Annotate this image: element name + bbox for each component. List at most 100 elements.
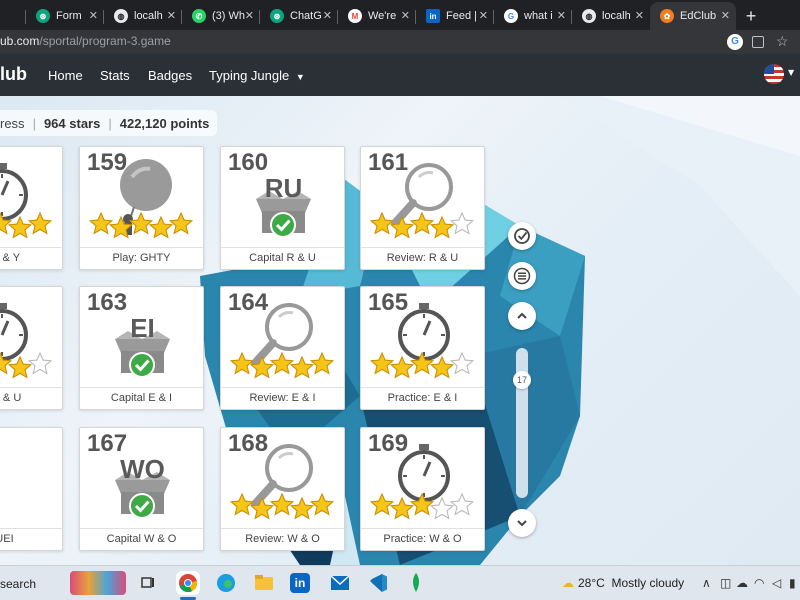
vscode-icon[interactable] [366,571,390,595]
onedrive-icon[interactable]: ☁ [736,576,748,590]
volume-icon[interactable]: ◁ [772,576,781,590]
scroll-level-thumb[interactable]: 17 [513,371,531,389]
browser-tab-7[interactable]: G what i ✕ [494,2,572,30]
taskbar-search[interactable]: search [0,577,36,591]
nav-typing-jungle[interactable]: Typing Jungle ▼ [209,68,305,83]
lesson-card[interactable]: 165 Practice: E & I [360,286,485,410]
browser-tab-5[interactable]: M We're ✕ [338,2,416,30]
us-flag-icon[interactable] [764,64,784,84]
lesson-letters: RU [264,173,303,203]
site-logo[interactable]: lub [0,64,27,85]
lesson-label: Review: R & U [361,247,484,269]
star-icon [27,351,53,377]
chevron-up-icon [517,312,527,319]
lesson-number: 159 [87,149,128,176]
lesson-card[interactable]: 161 Review: R & U [360,146,485,270]
wifi-icon[interactable]: ◠ [754,576,764,590]
lesson-label: Practice: E & I [361,387,484,409]
new-tab-button[interactable]: + [736,2,766,30]
close-tab-icon[interactable]: ✕ [635,9,644,22]
lesson-label: Review: E & I [221,387,344,409]
close-tab-icon[interactable]: ✕ [245,9,254,22]
star-rating [229,492,344,520]
google-lens-icon[interactable]: G [727,34,743,50]
nav-stats[interactable]: Stats [100,68,130,83]
lesson-card[interactable]: 159 Play: GHTY [79,146,204,270]
close-tab-icon[interactable]: ✕ [721,9,730,22]
lesson-card[interactable]: 168 Review: W & O [220,427,345,551]
weather-widget[interactable]: ☁ 28°C Mostly cloudy [562,576,684,590]
cloud-sun-icon: ☁ [562,576,574,590]
lesson-letters: EI [130,313,155,343]
search-highlight-icon[interactable] [70,571,126,595]
close-tab-icon[interactable]: ✕ [167,9,176,22]
browser-tab-2[interactable]: ◍ localh ✕ [104,2,182,30]
close-tab-icon[interactable]: ✕ [89,9,98,22]
nav-badges[interactable]: Badges [148,68,192,83]
battery-icon[interactable]: ▮ [789,576,796,590]
scroll-down-button[interactable] [508,509,536,537]
close-tab-icon[interactable]: ✕ [401,9,410,22]
scroll-up-button[interactable] [508,302,536,330]
close-tab-icon[interactable]: ✕ [323,9,332,22]
chatgpt-icon: ⊛ [270,9,284,23]
lesson-label: Capital W & O [80,528,203,550]
points-count: 422,120 points [119,115,210,131]
share-icon[interactable] [752,36,764,48]
program-map: ress | 964 stars | 422,120 points e: T &… [0,96,800,565]
lesson-card[interactable]: e: R & U [0,286,63,410]
file-explorer-icon[interactable] [252,571,276,595]
nav-home[interactable]: Home [48,68,83,83]
lesson-number: 160 [228,149,269,176]
mongodb-icon[interactable] [404,571,428,595]
lesson-card[interactable]: 164 Review: E & I [220,286,345,410]
lesson-number: 161 [368,149,409,176]
star-rating [0,211,62,239]
globe-icon: ◍ [114,9,128,23]
lesson-label: RUEI [0,528,62,550]
check-circle-icon [514,228,530,244]
star-rating [88,211,203,239]
lesson-card[interactable]: e: T & Y [0,146,63,270]
bookmark-star-icon[interactable]: ☆ [776,33,792,49]
chrome-icon[interactable] [176,571,200,595]
chevron-up-tray-icon[interactable]: ∧ [702,576,711,590]
stats-bar: ress | 964 stars | 422,120 points [0,110,218,136]
lesson-card[interactable]: WO 167 Capital W & O [79,427,204,551]
close-tab-icon[interactable]: ✕ [557,9,566,22]
browser-tab-8[interactable]: ◍ localh ✕ [572,2,650,30]
linkedin-app-icon[interactable]: in [290,573,310,593]
address-bar[interactable]: ub.com/sportal/program-3.game G ☆ [0,30,800,54]
mail-icon[interactable] [328,571,352,595]
star-icon [449,211,475,237]
flag-caret-icon[interactable]: ▼ [788,68,794,77]
edge-icon[interactable] [214,571,238,595]
browser-tab-6[interactable]: in Feed | ✕ [416,2,494,30]
whatsapp-icon: ✆ [192,9,206,23]
lesson-card[interactable]: EI 163 Capital E & I [79,286,204,410]
lesson-label: Practice: W & O [361,528,484,550]
browser-tab-4[interactable]: ⊛ ChatG ✕ [260,2,338,30]
lesson-number: 165 [368,289,409,316]
browser-tab-0[interactable] [0,2,26,30]
lesson-label: e: T & Y [0,247,62,269]
browser-tab-3[interactable]: ✆ (3) Wh ✕ [182,2,260,30]
task-view-icon[interactable] [136,571,160,595]
lesson-card[interactable]: 169 Practice: W & O [360,427,485,551]
browser-tab-1[interactable]: ⊛ Form ✕ [26,2,104,30]
lesson-number: 163 [87,289,128,316]
meet-icon[interactable]: ◫ [720,576,731,590]
lesson-card[interactable]: RUEI [0,427,63,551]
lesson-number: 164 [228,289,269,316]
star-rating [369,211,484,239]
menu-button[interactable] [508,262,536,290]
check-progress-button[interactable] [508,222,536,250]
lesson-card[interactable]: RU 160 Capital R & U [220,146,345,270]
chatgpt-icon: ⊛ [36,9,50,23]
url-text[interactable]: ub.com/sportal/program-3.game [0,34,171,48]
close-tab-icon[interactable]: ✕ [479,9,488,22]
browser-tab-bar: ⊛ Form ✕ ◍ localh ✕ ✆ (3) Wh ✕ ⊛ ChatG ✕… [0,0,800,30]
browser-tab-active[interactable]: ✿ EdClub ✕ [650,2,736,30]
star-rating [229,351,344,379]
star-icon [168,211,194,237]
